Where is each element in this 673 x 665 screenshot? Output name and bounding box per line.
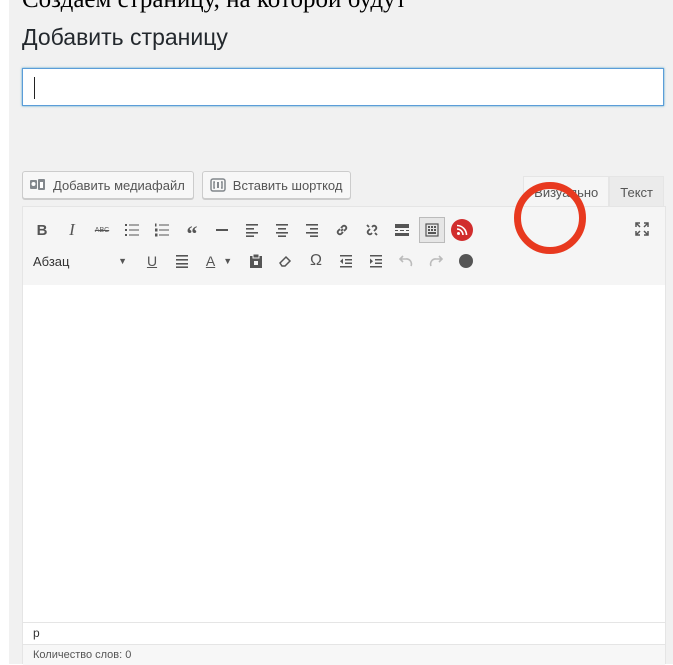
shortcode-icon <box>210 178 226 192</box>
editor-content-area[interactable] <box>23 285 665 622</box>
rss-icon <box>451 219 473 241</box>
toolbar-row-2: Абзац ▼ U A ▼ Ω <box>23 246 483 276</box>
align-center-button[interactable] <box>269 217 295 243</box>
keyboard-icon <box>425 223 439 237</box>
fullscreen-icon <box>635 222 649 236</box>
editor: B I ABC “ Абзац ▼ U A ▼ Ω p Количество с… <box>22 206 666 665</box>
format-select-value: Абзац <box>33 253 70 269</box>
insert-link-button[interactable] <box>329 217 355 243</box>
add-media-button[interactable]: Добавить медиафайл <box>22 171 194 199</box>
insert-shortcode-button[interactable]: Вставить шорткод <box>201 171 352 199</box>
justify-icon <box>176 255 188 268</box>
link-icon <box>336 224 348 236</box>
text-caret <box>34 77 35 99</box>
align-left-icon <box>246 224 258 237</box>
paste-as-text-button[interactable] <box>243 248 269 274</box>
tab-visual[interactable]: Визуально <box>523 176 610 207</box>
editor-tabs: Визуально Текст <box>523 176 664 207</box>
element-path: p <box>23 622 665 644</box>
numbered-list-icon <box>155 223 169 237</box>
help-button[interactable] <box>453 248 479 274</box>
special-character-button[interactable]: Ω <box>303 248 329 274</box>
undo-button[interactable] <box>393 248 419 274</box>
outdent-icon <box>340 255 352 268</box>
media-icon <box>30 179 45 190</box>
align-right-button[interactable] <box>299 217 325 243</box>
help-icon <box>459 254 473 268</box>
blockquote-button[interactable]: “ <box>179 217 205 246</box>
outdent-button[interactable] <box>333 248 359 274</box>
title-input[interactable] <box>22 68 664 106</box>
align-left-button[interactable] <box>239 217 265 243</box>
document-caption: Создаем страницу, на которой будут <box>22 0 673 14</box>
chevron-down-icon: ▼ <box>118 256 127 266</box>
chevron-down-icon: ▼ <box>223 256 233 266</box>
horizontal-rule-icon <box>216 229 228 231</box>
eraser-icon <box>279 255 292 267</box>
indent-icon <box>370 255 382 268</box>
text-color-icon: A <box>205 253 216 269</box>
text-color-button[interactable]: A ▼ <box>199 248 239 274</box>
read-more-icon <box>395 224 409 236</box>
clipboard-icon <box>250 253 262 268</box>
tab-text[interactable]: Текст <box>609 176 664 207</box>
editor-toolbar: B I ABC “ Абзац ▼ U A ▼ Ω <box>23 207 665 286</box>
fullscreen-button[interactable] <box>629 216 655 242</box>
justify-button[interactable] <box>169 248 195 274</box>
strikethrough-button[interactable]: ABC <box>89 217 115 243</box>
numbered-list-button[interactable] <box>149 217 175 243</box>
rss-button[interactable] <box>449 217 475 243</box>
unlink-icon <box>366 224 378 236</box>
format-select[interactable]: Абзац ▼ <box>23 248 135 274</box>
align-center-icon <box>276 224 288 237</box>
underline-button[interactable]: U <box>139 248 165 274</box>
horizontal-rule-button[interactable] <box>209 217 235 243</box>
add-media-label: Добавить медиафайл <box>53 177 185 193</box>
clear-formatting-button[interactable] <box>273 248 299 274</box>
media-buttons: Добавить медиафайл Вставить шорткод <box>22 171 352 199</box>
bullet-list-button[interactable] <box>119 217 145 243</box>
indent-button[interactable] <box>363 248 389 274</box>
italic-button[interactable]: I <box>59 217 85 243</box>
toolbar-toggle-button[interactable] <box>419 217 445 243</box>
align-right-icon <box>306 224 318 237</box>
bullet-list-icon <box>125 224 139 236</box>
redo-button[interactable] <box>423 248 449 274</box>
bold-button[interactable]: B <box>29 217 55 243</box>
remove-link-button[interactable] <box>359 217 385 243</box>
read-more-button[interactable] <box>389 217 415 243</box>
undo-icon <box>399 255 413 267</box>
page-title: Добавить страницу <box>22 24 228 50</box>
insert-shortcode-label: Вставить шорткод <box>232 177 343 193</box>
word-count: Количество слов: 0 <box>23 644 665 665</box>
redo-icon <box>429 255 443 267</box>
toolbar-row-1: B I ABC “ <box>23 215 479 246</box>
